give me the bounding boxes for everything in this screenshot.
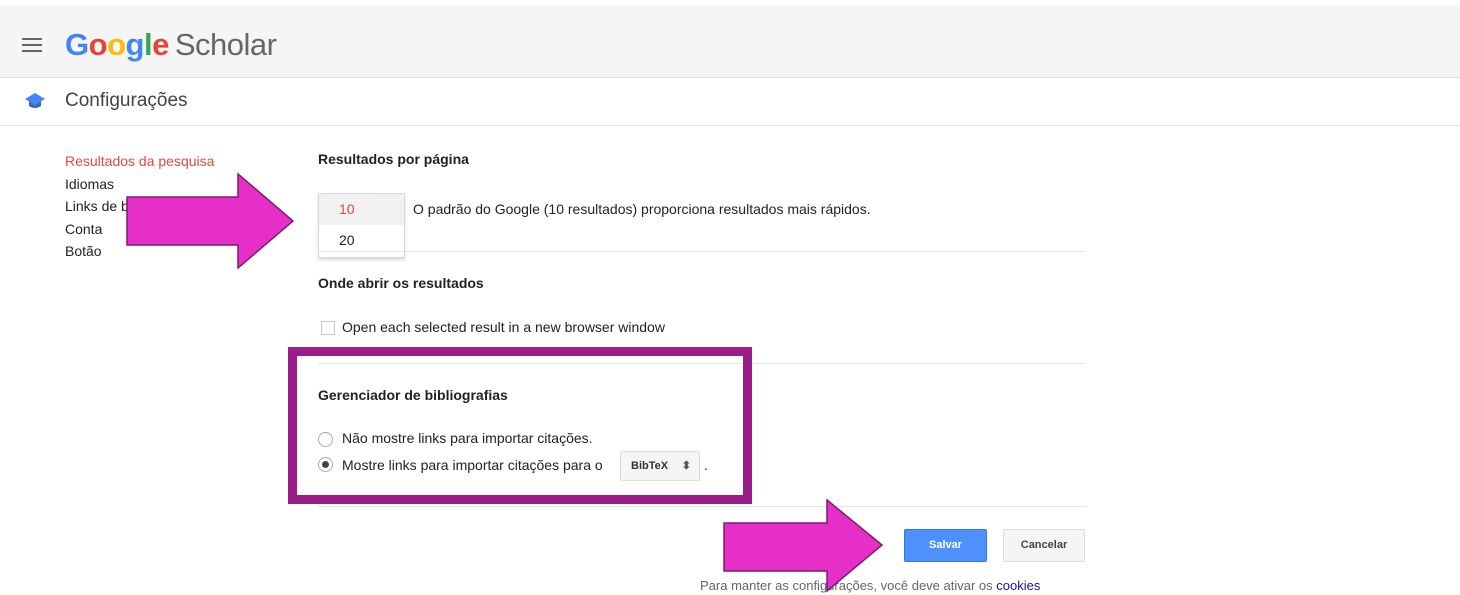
logo-scholar-text: Scholar [174, 27, 277, 62]
new-window-checkbox[interactable] [321, 321, 335, 335]
logo-letter-e: e [152, 27, 169, 62]
page-title: Configurações [65, 90, 188, 111]
scholar-cap-icon [25, 93, 45, 108]
hamburger-menu-icon[interactable] [22, 38, 42, 52]
logo-letter-o1: o [88, 27, 108, 62]
new-window-label[interactable]: Open each selected result in a new brows… [342, 319, 665, 335]
rpp-option-10[interactable]: 10 [319, 194, 404, 225]
annotation-highlight-box [288, 347, 752, 504]
section-divider [318, 506, 1086, 507]
section-divider [318, 251, 1086, 252]
annotation-arrow-icon [723, 498, 884, 593]
cancel-button[interactable]: Cancelar [1003, 529, 1085, 562]
google-scholar-logo[interactable]: Google Scholar [65, 25, 277, 65]
results-per-page-title: Resultados por página [318, 151, 469, 167]
logo-letter-g1: G [65, 27, 89, 62]
logo-letter-l: l [143, 27, 153, 62]
annotation-arrow-icon [126, 172, 295, 270]
cookies-link[interactable]: cookies [996, 578, 1040, 593]
sidebar-item-search-results[interactable]: Resultados da pesquisa [65, 150, 214, 173]
results-per-page-description: O padrão do Google (10 resultados) propo… [413, 201, 871, 217]
results-per-page-dropdown[interactable]: 10 20 [318, 193, 405, 258]
logo-letter-o2: o [107, 27, 126, 62]
save-button[interactable]: Salvar [904, 529, 987, 562]
open-results-title: Onde abrir os resultados [318, 275, 484, 291]
settings-subheader: Configurações [0, 78, 1460, 126]
app-header: Google Scholar [0, 0, 1460, 78]
logo-letter-g2: g [125, 27, 145, 62]
